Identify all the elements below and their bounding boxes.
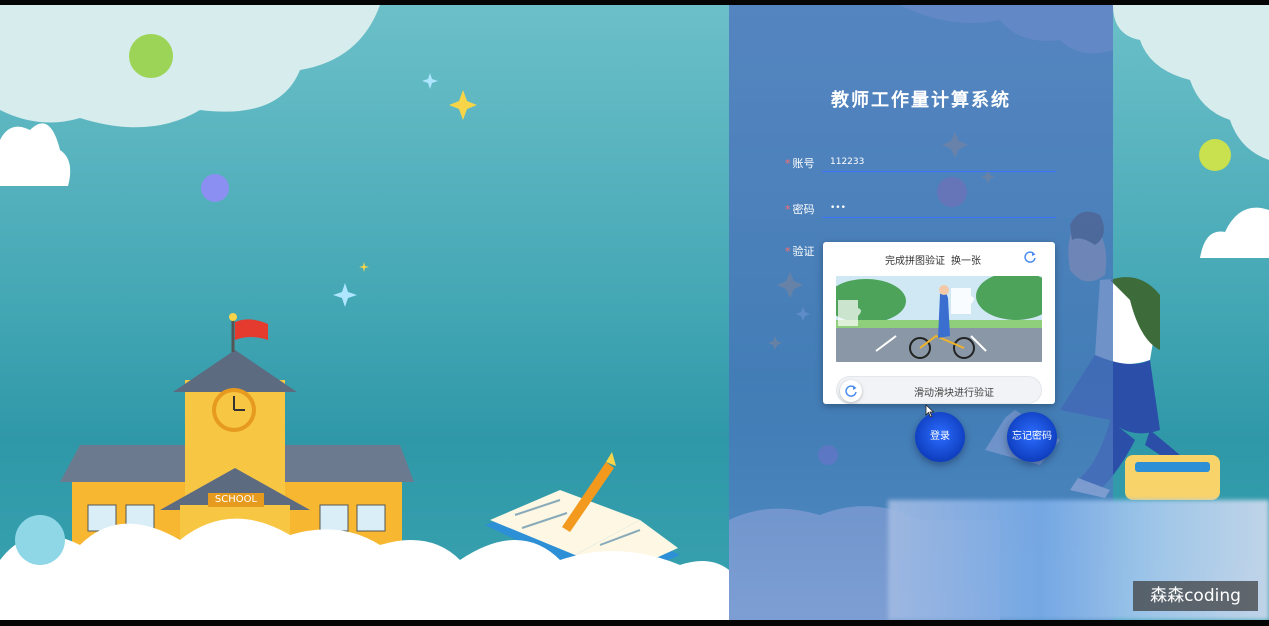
password-label: * 密码 [785,201,815,217]
change-image-link[interactable]: 换一张 [951,256,981,267]
slider-hint: 滑动滑块进行验证 [914,388,994,399]
captcha-title: 完成拼图验证 [885,256,945,267]
password-label-text: 密码 [792,203,815,216]
required-mark: * [785,245,791,258]
top-border [0,0,1269,5]
required-mark: * [785,203,791,216]
refresh-icon[interactable] [1023,250,1037,264]
school-sign: SCHOOL [214,494,258,505]
bottom-border [0,620,1269,626]
login-screen: SCHOOL 教师工作量计算系统 *账号 *密码 *验证 完成拼图验证换一张 [0,0,1269,626]
cursor-icon [925,404,935,418]
watermark: 森森coding [1133,581,1258,611]
page-title: 教师工作量计算系统 [831,90,1011,111]
required-mark: * [785,157,791,170]
captcha-header: 完成拼图验证 换一张 [823,252,1043,267]
captcha-popup: 完成拼图验证 换一张 滑动滑块进行验证 [823,242,1055,404]
account-input[interactable] [822,152,1056,172]
captcha-label: * 验证 [785,243,815,259]
captcha-slider-track[interactable]: 滑动滑块进行验证 [836,376,1042,404]
captcha-puzzle-image [836,276,1042,362]
account-label: * 账号 [785,155,815,171]
password-input[interactable] [822,198,1056,218]
login-button[interactable]: 登录 [915,412,965,462]
captcha-label-text: 验证 [792,245,815,258]
account-label-text: 账号 [792,157,815,170]
forgot-password-button[interactable]: 忘记密码 [1007,412,1057,462]
